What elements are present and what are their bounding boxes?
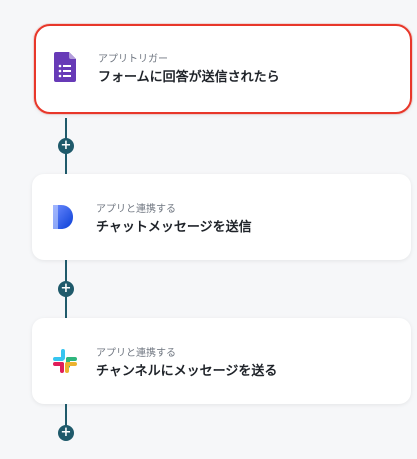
google-forms-icon bbox=[54, 52, 80, 82]
slack-step-card[interactable]: アプリと連携する チャンネルにメッセージを送る bbox=[32, 318, 411, 404]
step-title: チャンネルにメッセージを送る bbox=[96, 364, 278, 379]
step-type-label: アプリトリガー bbox=[98, 54, 168, 65]
dify-icon bbox=[52, 202, 78, 232]
slack-icon bbox=[52, 348, 78, 378]
step-title: チャットメッセージを送信 bbox=[96, 220, 252, 235]
add-step-button[interactable]: + bbox=[58, 425, 74, 441]
trigger-step-card[interactable]: アプリトリガー フォームに回答が送信されたら bbox=[34, 24, 412, 114]
add-step-button[interactable]: + bbox=[58, 281, 74, 297]
step-type-label: アプリと連携する bbox=[96, 348, 176, 359]
step-title: フォームに回答が送信されたら bbox=[98, 70, 280, 85]
dify-step-card[interactable]: アプリと連携する チャットメッセージを送信 bbox=[32, 174, 411, 260]
add-step-button[interactable]: + bbox=[58, 138, 74, 154]
step-type-label: アプリと連携する bbox=[96, 204, 176, 215]
